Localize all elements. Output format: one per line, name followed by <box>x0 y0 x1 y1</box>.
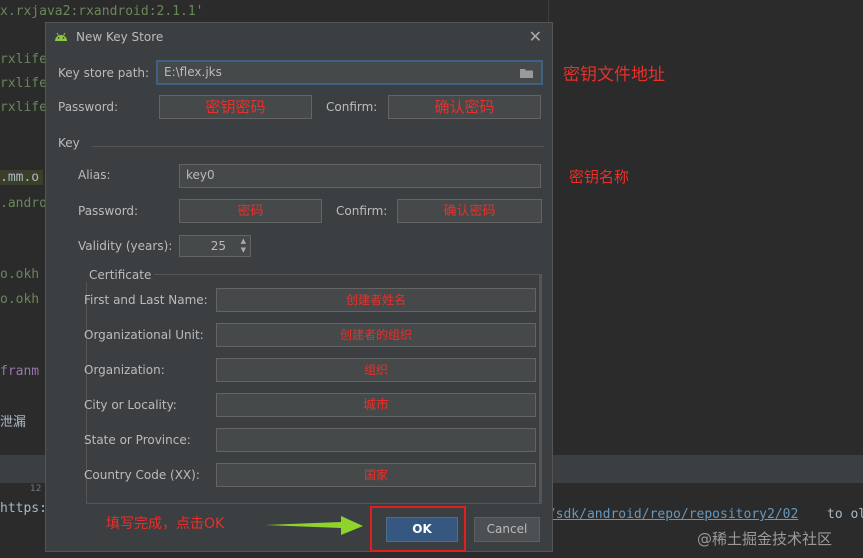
annotation-fill-done: 填写完成，点击OK <box>106 516 225 532</box>
cert-org-label: Organization: <box>84 363 165 377</box>
keystore-path-input[interactable]: E:\flex.jks <box>156 60 543 85</box>
annotation-key-password: 密码 <box>237 204 264 219</box>
dialog-titlebar[interactable]: New Key Store ✕ <box>46 23 552 51</box>
cert-org-input[interactable]: 组织 <box>216 358 536 382</box>
android-icon <box>55 32 67 41</box>
cert-state-label: State or Province: <box>84 433 191 447</box>
cert-name-input[interactable]: 创建者姓名 <box>216 288 536 312</box>
annotation-key-confirm: 确认密码 <box>443 204 496 219</box>
new-key-store-dialog: New Key Store ✕ Key store path: E:\flex.… <box>45 22 553 552</box>
validity-label: Validity (years): <box>78 239 173 253</box>
annotation-store-confirm: 确认密码 <box>434 98 495 116</box>
key-password-label: Password: <box>78 204 139 218</box>
key-section-label: Key <box>58 136 80 150</box>
validity-value: 25 <box>210 239 226 253</box>
console-url-link[interactable]: m/sdk/android/repo/repository2/02 <box>540 507 798 522</box>
alias-value: key0 <box>186 168 215 182</box>
spinner-down-icon[interactable]: ▼ <box>241 246 246 254</box>
alias-input[interactable]: key0 <box>179 164 541 188</box>
code-line: rxlife <box>0 100 47 115</box>
annotation-creator-org-unit: 创建者的组织 <box>339 328 412 342</box>
annotation-city: 城市 <box>362 398 389 413</box>
keystore-path-value: E:\flex.jks <box>164 65 222 79</box>
dialog-title: New Key Store <box>76 30 164 44</box>
store-confirm-label: Confirm: <box>326 100 378 114</box>
certificate-scrollbar[interactable] <box>539 275 541 503</box>
code-line: o.okh <box>0 267 40 282</box>
annotation-store-password: 密钥密码 <box>205 98 266 116</box>
annotation-alias: 密钥名称 <box>569 168 630 186</box>
key-confirm-input[interactable]: 确认密码 <box>397 199 542 223</box>
alias-label: Alias: <box>78 168 111 182</box>
line-number: 12 <box>30 484 42 494</box>
keystore-path-label: Key store path: <box>58 66 150 80</box>
annotation-country: 国家 <box>363 468 388 482</box>
ok-button[interactable]: OK <box>386 517 458 542</box>
watermark: @稀土掘金技术社区 <box>697 530 833 548</box>
code-line: 泄漏 <box>0 415 27 430</box>
store-password-input[interactable]: 密钥密码 <box>159 95 312 119</box>
arrow-right-icon <box>265 516 363 535</box>
cert-country-label: Country Code (XX): <box>84 468 200 482</box>
code-line: rxlife <box>0 76 47 91</box>
folder-icon[interactable] <box>520 68 533 78</box>
console-text: to ol <box>827 507 863 522</box>
key-section-divider <box>92 146 544 147</box>
code-line: x.rxjava2:rxandroid:2.1.1' <box>0 4 204 19</box>
annotation-organization: 组织 <box>363 363 388 377</box>
cert-city-input[interactable]: 城市 <box>216 393 536 417</box>
store-confirm-input[interactable]: 确认密码 <box>388 95 541 119</box>
spinner-up-icon[interactable]: ▲ <box>241 237 246 245</box>
code-line: o.okh <box>0 292 40 307</box>
annotation-keystore-path: 密钥文件地址 <box>563 65 665 85</box>
cert-country-input[interactable]: 国家 <box>216 463 536 487</box>
code-line-highlighted: .mm.o <box>0 170 44 185</box>
validity-spinner[interactable]: 25 ▲ ▼ <box>179 235 251 257</box>
code-line: .andro <box>0 196 47 211</box>
cancel-button[interactable]: Cancel <box>474 517 540 542</box>
key-confirm-label: Confirm: <box>336 204 388 218</box>
close-icon[interactable]: ✕ <box>529 27 542 46</box>
store-password-label: Password: <box>58 100 119 114</box>
cert-state-input[interactable] <box>216 428 536 452</box>
annotation-creator-name: 创建者姓名 <box>345 293 406 307</box>
cert-unit-label: Organizational Unit: <box>84 328 204 342</box>
cert-city-label: City or Locality: <box>84 398 177 412</box>
cert-unit-input[interactable]: 创建者的组织 <box>216 323 536 347</box>
certificate-title: Certificate <box>86 268 155 282</box>
code-line: franm <box>0 364 40 379</box>
code-line: rxlife <box>0 52 47 67</box>
key-password-input[interactable]: 密码 <box>179 199 322 223</box>
cert-name-label: First and Last Name: <box>84 293 208 307</box>
